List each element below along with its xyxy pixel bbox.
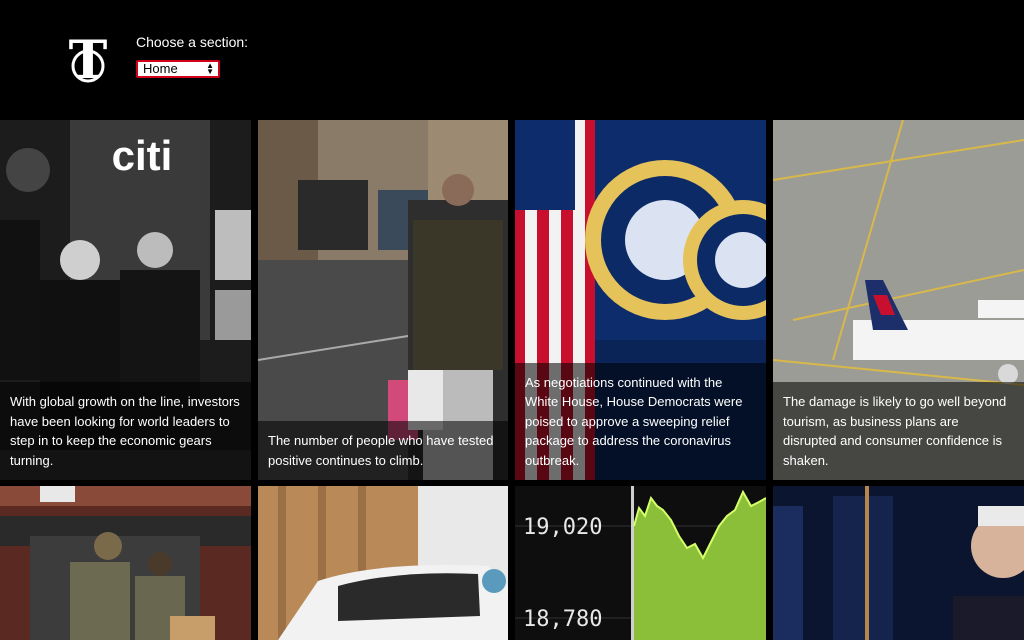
story-tile[interactable] — [773, 486, 1024, 640]
section-selected-value: Home — [143, 61, 178, 76]
story-tile[interactable]: The number of people who have tested pos… — [258, 120, 508, 480]
story-tile[interactable]: As negotiations continued with the White… — [515, 120, 766, 480]
story-tile[interactable] — [0, 486, 251, 640]
nyt-logo-icon[interactable]: T — [68, 30, 108, 90]
app-header: T Choose a section: Home ▲ ▼ — [0, 0, 1024, 120]
citi-sign: citi — [112, 132, 173, 179]
story-grid: citi With global growth on the line, inv… — [0, 120, 1024, 640]
ticker-value-high: 19,020 — [523, 515, 602, 540]
story-tile[interactable]: citi With global growth on the line, inv… — [0, 120, 251, 480]
story-image-car — [258, 486, 508, 640]
story-image-ticker: 19,020 18,780 — [515, 486, 766, 640]
ticker-value-low: 18,780 — [523, 607, 602, 632]
story-tile[interactable]: The damage is likely to go well beyond t… — [773, 120, 1024, 480]
story-caption: The damage is likely to go well beyond t… — [773, 382, 1024, 480]
story-caption: With global growth on the line, investor… — [0, 382, 251, 480]
story-image-portrait — [773, 486, 1024, 640]
story-tile[interactable]: 19,020 18,780 — [515, 486, 766, 640]
story-caption: As negotiations continued with the White… — [515, 362, 766, 480]
updown-arrows-icon: ▲ ▼ — [206, 61, 214, 76]
section-label: Choose a section: — [136, 34, 249, 50]
story-image-soldiers — [0, 486, 251, 640]
story-tile[interactable] — [258, 486, 508, 640]
section-dropdown[interactable]: Home ▲ ▼ — [136, 60, 220, 78]
story-caption: The number of people who have tested pos… — [258, 421, 508, 480]
